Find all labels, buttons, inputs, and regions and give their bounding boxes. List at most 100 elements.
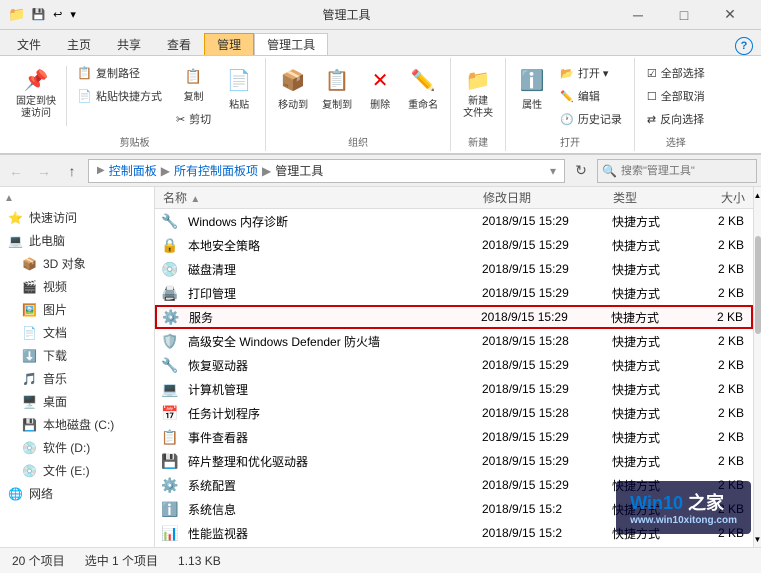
tab-view[interactable]: 查看 bbox=[154, 33, 204, 55]
sidebar-item-this-pc[interactable]: 💻 此电脑 bbox=[0, 229, 154, 252]
move-to-icon: 📦 bbox=[279, 66, 307, 94]
invert-selection-button[interactable]: ⇄ 反向选择 bbox=[641, 108, 711, 130]
breadcrumb-item-1[interactable]: 控制面板 bbox=[109, 162, 157, 179]
minimize-button[interactable]: ─ bbox=[615, 0, 661, 30]
file-row-9[interactable]: 📅 任务计划程序 2018/9/15 15:28 快捷方式 2 KB bbox=[155, 401, 753, 425]
sidebar-item-desktop[interactable]: 🖥️ 桌面 bbox=[0, 390, 154, 413]
sidebar-item-file-e[interactable]: 💿 文件 (E:) bbox=[0, 459, 154, 482]
rename-button[interactable]: ✏️ 重命名 bbox=[402, 62, 444, 115]
col-header-size[interactable]: 大小 bbox=[689, 189, 749, 206]
tab-manage-tools[interactable]: 管理工具 bbox=[254, 33, 328, 55]
titlebar-tool1[interactable]: 💾 bbox=[29, 8, 47, 21]
scroll-up-btn[interactable]: ▲ bbox=[754, 187, 761, 203]
move-to-button[interactable]: 📦 移动到 bbox=[272, 62, 314, 115]
paste-shortcut-label: 粘贴快捷方式 bbox=[96, 88, 162, 104]
sidebar-item-soft-d[interactable]: 💿 软件 (D:) bbox=[0, 436, 154, 459]
file-size-5: 2 KB bbox=[687, 310, 747, 324]
delete-button[interactable]: ✕ 删除 bbox=[360, 62, 400, 115]
edit-icon: ✏️ bbox=[560, 90, 574, 103]
file-name-3: 磁盘清理 bbox=[184, 261, 478, 278]
history-button[interactable]: 🕐 历史记录 bbox=[554, 108, 628, 130]
select-none-button[interactable]: ☐ 全部取消 bbox=[641, 85, 711, 107]
col-header-date[interactable]: 修改日期 bbox=[479, 189, 609, 206]
file-row-10[interactable]: 📋 事件查看器 2018/9/15 15:29 快捷方式 2 KB bbox=[155, 425, 753, 449]
help-icon[interactable]: ? bbox=[735, 37, 753, 55]
sidebar-item-downloads[interactable]: ⬇️ 下载 bbox=[0, 344, 154, 367]
search-box[interactable]: 🔍 bbox=[597, 159, 757, 183]
col-header-type[interactable]: 类型 bbox=[609, 189, 689, 206]
file-row-8[interactable]: 💻 计算机管理 2018/9/15 15:29 快捷方式 2 KB bbox=[155, 377, 753, 401]
titlebar: 📁 💾 ↩ ▾ 管理工具 ─ □ ✕ bbox=[0, 0, 761, 30]
refresh-button[interactable]: ↻ bbox=[569, 159, 593, 183]
file-row-1[interactable]: 🔧 Windows 内存诊断 2018/9/15 15:29 快捷方式 2 KB bbox=[155, 209, 753, 233]
file-date-12: 2018/9/15 15:29 bbox=[478, 478, 608, 492]
close-button[interactable]: ✕ bbox=[707, 0, 753, 30]
copy-to-button[interactable]: 📋 复制到 bbox=[316, 62, 358, 115]
sidebar-item-pictures[interactable]: 🖼️ 图片 bbox=[0, 298, 154, 321]
file-name-14: 性能监视器 bbox=[184, 525, 478, 542]
file-row-6[interactable]: 🛡️ 高级安全 Windows Defender 防火墙 2018/9/15 1… bbox=[155, 329, 753, 353]
col-header-name[interactable]: 名称 ▲ bbox=[159, 189, 479, 206]
file-row-11[interactable]: 💾 碎片整理和优化驱动器 2018/9/15 15:29 快捷方式 2 KB bbox=[155, 449, 753, 473]
scroll-thumb[interactable] bbox=[755, 236, 761, 334]
paste-button[interactable]: 📄 粘贴 bbox=[219, 62, 259, 115]
statusbar: 20 个项目 选中 1 个项目 1.13 KB bbox=[0, 547, 761, 573]
sidebar-item-network[interactable]: 🌐 网络 bbox=[0, 482, 154, 505]
scrollbar[interactable]: ▲ ▼ bbox=[753, 187, 761, 547]
sidebar-item-videos[interactable]: 🎬 视频 bbox=[0, 275, 154, 298]
sidebar-item-documents[interactable]: 📄 文档 bbox=[0, 321, 154, 344]
new-folder-button[interactable]: 📁 新建文件夹 bbox=[457, 62, 499, 124]
invert-label: 反向选择 bbox=[660, 111, 704, 127]
properties-button[interactable]: ℹ️ 属性 bbox=[512, 62, 552, 115]
file-date-9: 2018/9/15 15:28 bbox=[478, 406, 608, 420]
organize-label: 组织 bbox=[348, 132, 368, 149]
file-row-5[interactable]: ⚙️ 服务 2018/9/15 15:29 快捷方式 2 KB bbox=[155, 305, 753, 329]
pin-button[interactable]: 📌 固定到快速访问 bbox=[10, 62, 62, 124]
forward-button[interactable]: → bbox=[32, 159, 56, 183]
search-input[interactable] bbox=[621, 165, 731, 177]
copy-path-button[interactable]: 📋 复制路径 bbox=[71, 62, 168, 84]
scroll-down-btn[interactable]: ▼ bbox=[754, 531, 761, 547]
copy-button[interactable]: 📋 复制 bbox=[170, 62, 217, 107]
address-dropdown[interactable]: ▾ bbox=[550, 164, 556, 178]
address-box[interactable]: ▶ 控制面板 ▶ 所有控制面板项 ▶ 管理工具 ▾ bbox=[88, 159, 565, 183]
up-button[interactable]: ↑ bbox=[60, 159, 84, 183]
scroll-track[interactable] bbox=[754, 203, 761, 531]
sidebar-scroll-up[interactable]: ▲ bbox=[0, 191, 154, 206]
select-all-button[interactable]: ☑ 全部选择 bbox=[641, 62, 711, 84]
maximize-button[interactable]: □ bbox=[661, 0, 707, 30]
pin-label: 固定到快速访问 bbox=[16, 96, 56, 120]
file-row-2[interactable]: 🔒 本地安全策略 2018/9/15 15:29 快捷方式 2 KB bbox=[155, 233, 753, 257]
sidebar-item-music[interactable]: 🎵 音乐 bbox=[0, 367, 154, 390]
paste-icon: 📄 bbox=[225, 66, 253, 94]
copy-path-label: 复制路径 bbox=[96, 65, 140, 81]
breadcrumb-item-2[interactable]: 所有控制面板项 bbox=[174, 162, 258, 179]
new-label: 新建 bbox=[468, 132, 488, 149]
music-icon: 🎵 bbox=[22, 372, 37, 386]
sidebar-item-local-c[interactable]: 💾 本地磁盘 (C:) bbox=[0, 413, 154, 436]
col-name-label: 名称 bbox=[163, 191, 187, 205]
file-name-1: Windows 内存诊断 bbox=[184, 213, 478, 230]
breadcrumb: 控制面板 ▶ 所有控制面板项 ▶ 管理工具 bbox=[109, 162, 324, 179]
tab-manage[interactable]: 管理 bbox=[204, 33, 254, 55]
titlebar-tool3[interactable]: ▾ bbox=[68, 8, 78, 21]
open-button[interactable]: 📂 打开 ▾ bbox=[554, 62, 628, 84]
file-icon-3: 💿 bbox=[160, 259, 180, 279]
file-row-7[interactable]: 🔧 恢复驱动器 2018/9/15 15:29 快捷方式 2 KB bbox=[155, 353, 753, 377]
sidebar-item-3d[interactable]: 📦 3D 对象 bbox=[0, 252, 154, 275]
file-row-4[interactable]: 🖨️ 打印管理 2018/9/15 15:29 快捷方式 2 KB bbox=[155, 281, 753, 305]
sidebar-item-quick-access[interactable]: ⭐ 快速访问 bbox=[0, 206, 154, 229]
paste-shortcut-button[interactable]: 📄 粘贴快捷方式 bbox=[71, 85, 168, 107]
file-type-7: 快捷方式 bbox=[608, 357, 688, 374]
back-button[interactable]: ← bbox=[4, 159, 28, 183]
file-name-11: 碎片整理和优化驱动器 bbox=[184, 453, 478, 470]
tab-home[interactable]: 主页 bbox=[54, 33, 104, 55]
file-type-10: 快捷方式 bbox=[608, 429, 688, 446]
titlebar-tool2[interactable]: ↩ bbox=[51, 8, 64, 21]
tab-share[interactable]: 共享 bbox=[104, 33, 154, 55]
soft-d-icon: 💿 bbox=[22, 441, 37, 455]
cut-button[interactable]: ✂ 剪切 bbox=[170, 108, 217, 130]
file-row-3[interactable]: 💿 磁盘清理 2018/9/15 15:29 快捷方式 2 KB bbox=[155, 257, 753, 281]
edit-button[interactable]: ✏️ 编辑 bbox=[554, 85, 628, 107]
tab-file[interactable]: 文件 bbox=[4, 33, 54, 55]
